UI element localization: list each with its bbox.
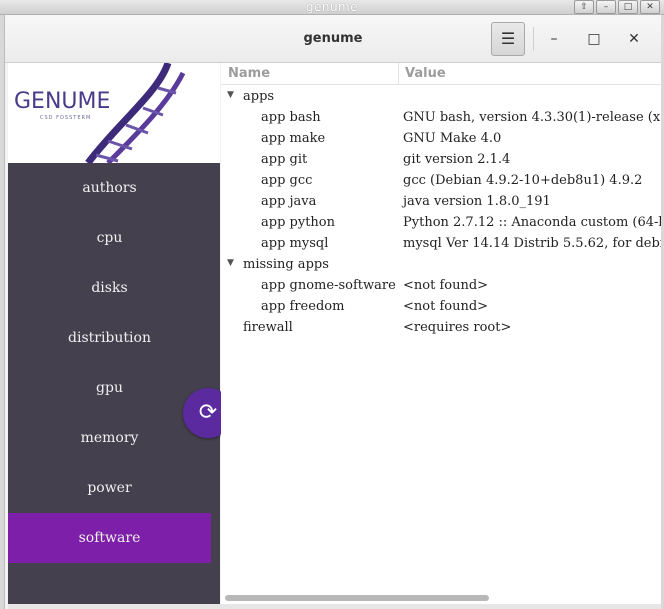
tree-row[interactable]: app java java version 1.8.0_191: [221, 192, 661, 213]
row-value: GNU bash, version 4.3.30(1)-release (x: [403, 110, 661, 125]
column-header-name[interactable]: Name: [228, 66, 270, 81]
wm-close-icon[interactable]: ✕: [640, 0, 660, 14]
genume-logo: GENUME CSD FOSSTERM: [8, 63, 211, 163]
sidebar-item-cpu[interactable]: cpu: [8, 213, 211, 263]
logo-text: GENUME: [14, 89, 111, 114]
minimize-button[interactable]: –: [542, 27, 566, 51]
sidebar-strip: [211, 63, 220, 163]
wm-shade-icon[interactable]: ⇧: [574, 0, 594, 14]
sidebar-item-distribution[interactable]: distribution: [8, 313, 211, 363]
row-value: GNU Make 4.0: [403, 131, 502, 146]
column-separator[interactable]: [398, 63, 399, 85]
software-tree-view: Name Value ▼ apps app bash GNU bash, ver…: [221, 63, 661, 604]
wm-buttons: ⇧ – □ ✕: [574, 0, 660, 14]
tree-row[interactable]: app git git version 2.1.4: [221, 150, 661, 171]
row-name: app make: [261, 131, 326, 146]
hamburger-icon: ☰: [500, 29, 516, 48]
row-name: app bash: [261, 110, 321, 125]
tree-row[interactable]: app make GNU Make 4.0: [221, 129, 661, 150]
sidebar-item-software[interactable]: software: [8, 513, 211, 563]
wm-maximize-icon[interactable]: □: [618, 0, 638, 14]
app-window: genume ☰ – □ ✕ GENUME CSD FOSSTERM autho…: [4, 15, 661, 609]
row-name: app gnome-software: [261, 278, 396, 293]
maximize-button[interactable]: □: [582, 27, 606, 51]
tree-row[interactable]: app freedom <not found>: [221, 297, 661, 318]
row-name: app java: [261, 194, 317, 209]
tree-rows: ▼ apps app bash GNU bash, version 4.3.30…: [221, 87, 661, 339]
row-name: app mysql: [261, 236, 329, 251]
tree-row[interactable]: app mysql mysql Ver 14.14 Distrib 5.5.62…: [221, 234, 661, 255]
tree-row-firewall[interactable]: firewall <requires root>: [221, 318, 661, 339]
row-value: java version 1.8.0_191: [403, 194, 551, 209]
close-button[interactable]: ✕: [622, 27, 646, 51]
horizontal-scrollbar[interactable]: [225, 595, 489, 601]
column-header-value[interactable]: Value: [405, 66, 446, 81]
hamburger-menu-button[interactable]: ☰: [491, 22, 525, 56]
wm-titlebar: genume ⇧ – □ ✕: [0, 0, 664, 15]
row-value: <requires root>: [403, 320, 512, 335]
row-name: apps: [243, 89, 275, 104]
row-value: mysql Ver 14.14 Distrib 5.5.62, for debi: [403, 236, 661, 251]
sidebar-item-gpu[interactable]: gpu: [8, 363, 211, 413]
tree-row[interactable]: app bash GNU bash, version 4.3.30(1)-rel…: [221, 108, 661, 129]
expander-down-icon[interactable]: ▼: [227, 258, 234, 268]
row-name: app freedom: [261, 299, 345, 314]
row-name: firewall: [243, 320, 293, 335]
sidebar-item-authors[interactable]: authors: [8, 163, 211, 213]
sidebar-nav: authors cpu disks distribution gpu memor…: [8, 163, 211, 563]
row-value: <not found>: [403, 278, 489, 293]
column-header: Name Value: [221, 63, 661, 85]
sidebar-item-disks[interactable]: disks: [8, 263, 211, 313]
header-separator: [533, 27, 534, 51]
tree-row[interactable]: app python Python 2.7.12 :: Anaconda cus…: [221, 213, 661, 234]
row-value: Python 2.7.12 :: Anaconda custom (64-b: [403, 215, 661, 230]
row-name: missing apps: [243, 257, 329, 272]
tree-row-missing-apps[interactable]: ▼ missing apps: [221, 255, 661, 276]
wm-title: genume: [305, 0, 359, 14]
refresh-icon: ⟳: [198, 400, 218, 425]
header-bar: genume ☰ – □ ✕: [5, 15, 661, 63]
sidebar-item-power[interactable]: power: [8, 463, 211, 513]
logo-subtext: CSD FOSSTERM: [40, 115, 92, 121]
row-name: app git: [261, 152, 308, 167]
wm-minimize-icon[interactable]: –: [596, 0, 616, 14]
tree-row[interactable]: app gcc gcc (Debian 4.9.2-10+deb8u1) 4.9…: [221, 171, 661, 192]
row-value: <not found>: [403, 299, 489, 314]
tree-row-apps[interactable]: ▼ apps: [221, 87, 661, 108]
row-name: app gcc: [261, 173, 313, 188]
expander-down-icon[interactable]: ▼: [227, 90, 234, 100]
sidebar: GENUME CSD FOSSTERM authors cpu disks di…: [8, 63, 220, 604]
row-value: git version 2.1.4: [403, 152, 511, 167]
tree-row[interactable]: app gnome-software <not found>: [221, 276, 661, 297]
row-value: gcc (Debian 4.9.2-10+deb8u1) 4.9.2: [403, 173, 643, 188]
sidebar-item-memory[interactable]: memory: [8, 413, 211, 463]
window-bottom-edge: [8, 604, 661, 609]
row-name: app python: [261, 215, 335, 230]
